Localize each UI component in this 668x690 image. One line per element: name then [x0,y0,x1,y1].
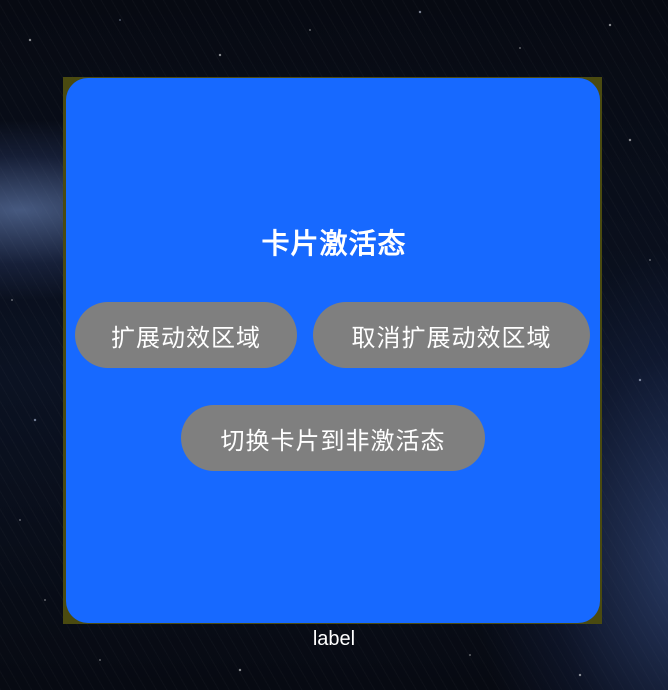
screen: 卡片激活态 扩展动效区域 取消扩展动效区域 切换卡片到非激活态 label [0,0,668,690]
expand-animation-area-button[interactable]: 扩展动效区域 [75,302,297,368]
bottom-label: label [312,628,356,650]
switch-card-inactive-button[interactable]: 切换卡片到非激活态 [181,405,485,471]
card-title: 卡片激活态 [261,227,407,260]
cancel-expand-animation-area-button[interactable]: 取消扩展动效区域 [313,302,590,368]
